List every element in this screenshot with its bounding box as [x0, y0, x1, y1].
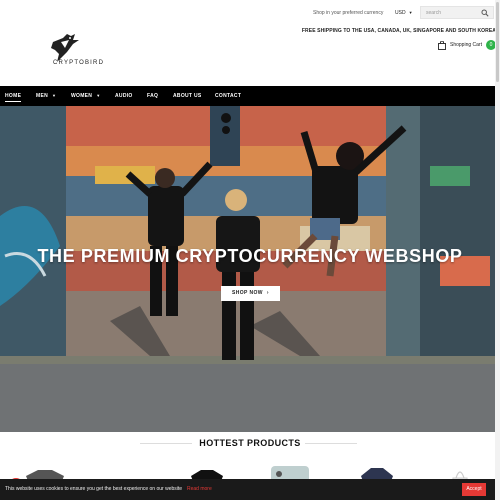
accept-cookies-button[interactable]: Accept	[462, 483, 486, 496]
chevron-right-icon: ›	[266, 290, 269, 296]
logo[interactable]: CRYPTOBIRD	[45, 32, 125, 72]
scrollbar[interactable]	[495, 0, 500, 500]
main-nav: HOME MEN ▼ WOMEN ▼ AUDIO FAQ ABOUT US CONT…	[0, 86, 500, 106]
search-input[interactable]: search	[420, 6, 494, 19]
nav-item-audio[interactable]: AUDIO	[115, 93, 133, 99]
chevron-down-icon: ▼	[96, 93, 101, 98]
nav-item-contact[interactable]: CONTACT	[215, 93, 241, 99]
nav-item-women[interactable]: WOMEN ▼	[71, 93, 101, 99]
hero-title: THE PREMIUM CRYPTOCURRENCY WEBSHOP	[37, 246, 463, 266]
scrollbar-thumb[interactable]	[496, 2, 499, 82]
nav-item-faq[interactable]: FAQ	[147, 93, 158, 99]
header: Shop in your preferred currency USD ▼ sea…	[0, 0, 500, 86]
hero-banner: THE PREMIUM CRYPTOCURRENCY WEBSHOP SHOP …	[0, 106, 500, 432]
currency-note: Shop in your preferred currency	[313, 10, 384, 16]
currency-value: USD	[395, 10, 406, 16]
logo-text: CRYPTOBIRD	[53, 60, 105, 66]
nav-item-label: WOMEN	[71, 93, 93, 99]
nav-item-home[interactable]: HOME	[5, 93, 22, 102]
shipping-banner: FREE SHIPPING TO THE USA, CANADA, UK, SI…	[301, 28, 496, 34]
chevron-down-icon: ▼	[408, 10, 413, 15]
hero-image	[0, 106, 500, 432]
shop-now-label: SHOP NOW	[232, 290, 263, 296]
nav-item-about-us[interactable]: ABOUT US	[173, 93, 202, 99]
shop-now-button[interactable]: SHOP NOW ›	[221, 286, 280, 301]
cart-label: Shopping Cart	[450, 42, 482, 48]
search-placeholder: search	[426, 10, 442, 16]
nav-item-men[interactable]: MEN ▼	[36, 93, 56, 99]
cookie-banner: This website uses cookies to ensure you …	[0, 479, 500, 500]
read-more-link[interactable]: Read more	[187, 486, 212, 492]
shopping-bag-icon	[438, 41, 446, 50]
section-divider	[305, 443, 357, 444]
currency-select[interactable]: USD ▼	[395, 10, 413, 16]
nav-item-label: MEN	[36, 93, 49, 99]
cookie-message: This website uses cookies to ensure you …	[5, 486, 183, 492]
hottest-products-title: HOTTEST PRODUCTS	[199, 438, 301, 448]
chevron-down-icon: ▼	[52, 93, 57, 98]
search-icon[interactable]	[481, 9, 489, 17]
